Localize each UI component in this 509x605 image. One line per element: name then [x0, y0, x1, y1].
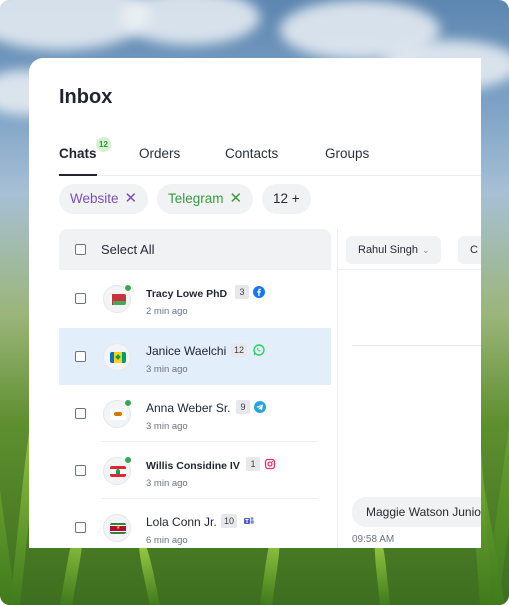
instagram-icon — [264, 457, 276, 470]
conversation-toolbar: Rahul Singh ⌄ C — [338, 229, 481, 270]
message-count-badge: 12 — [231, 343, 248, 357]
last-message-time: 2 min ago — [146, 306, 188, 317]
chevron-down-icon: ⌄ — [421, 245, 430, 255]
message-count-badge: 1 — [246, 457, 260, 471]
agent-filter-label: Rahul Singh — [358, 244, 418, 256]
teams-icon — [243, 514, 255, 526]
chat-list: Select All Tracy Lowe PhD 3 2 min ago Janic… — [59, 229, 331, 548]
avatar — [103, 343, 131, 371]
message-count-badge: 10 — [221, 514, 238, 528]
chat-list-item[interactable]: ★ Lola Conn Jr. 10 6 min ago — [59, 499, 331, 548]
filter-chip-website[interactable]: Website ✕ — [59, 184, 149, 214]
close-icon[interactable]: ✕ — [230, 190, 243, 207]
cyprus-flag — [110, 409, 126, 420]
last-message-time: 3 min ago — [146, 364, 188, 375]
tab-contacts[interactable]: Contacts — [225, 146, 278, 161]
chat-list-item[interactable]: Anna Weber Sr. 9 3 min ago — [59, 385, 331, 442]
active-tab-indicator — [59, 174, 97, 176]
select-all-checkbox[interactable] — [75, 244, 86, 255]
message-timestamp: 09:58 AM — [352, 534, 395, 545]
chip-label: Website — [70, 191, 119, 206]
row-checkbox[interactable] — [75, 293, 86, 304]
filter-chip-telegram[interactable]: Telegram ✕ — [157, 184, 254, 214]
chat-list-item[interactable]: Willis Considine IV 1 3 min ago — [59, 442, 331, 499]
secondary-filter-dropdown[interactable]: C — [458, 236, 481, 264]
cloud — [120, 0, 260, 45]
grass-blade — [0, 306, 16, 605]
divider — [352, 345, 481, 346]
inbox-panel: Inbox Chats 12 Orders Contacts Groups We… — [29, 58, 481, 548]
tab-orders[interactable]: Orders — [139, 146, 180, 161]
last-message-time: 3 min ago — [146, 421, 188, 432]
saint-vincent-flag — [110, 352, 126, 363]
row-checkbox[interactable] — [75, 522, 86, 533]
agent-filter-dropdown[interactable]: Rahul Singh ⌄ — [346, 236, 442, 264]
unread-badge: 12 — [96, 137, 111, 152]
list-header: Select All — [59, 229, 331, 270]
last-message-time: 6 min ago — [146, 535, 188, 546]
tab-groups[interactable]: Groups — [325, 146, 369, 161]
contact-name: Anna Weber Sr. — [146, 401, 231, 415]
tab-bar: Chats 12 Orders Contacts Groups — [59, 137, 481, 176]
chat-list-item[interactable]: Tracy Lowe PhD 3 2 min ago — [59, 270, 331, 327]
tab-label: Chats — [59, 146, 97, 161]
contact-name: Janice Waelchi — [146, 344, 227, 358]
row-checkbox[interactable] — [75, 351, 86, 362]
last-message-time: 3 min ago — [146, 478, 188, 489]
facebook-icon — [253, 285, 265, 298]
contact-name: Tracy Lowe PhD — [146, 288, 228, 300]
tab-chats[interactable]: Chats 12 — [59, 137, 111, 161]
online-status-dot — [124, 284, 132, 292]
chip-label: Telegram — [168, 191, 224, 206]
online-status-dot — [124, 399, 132, 407]
conversation-pane: Rahul Singh ⌄ C Maggie Watson Junio 09:58… — [337, 229, 481, 548]
lebanon-flag — [110, 466, 126, 477]
contact-name: Willis Considine IV — [146, 460, 240, 472]
online-status-dot — [124, 456, 132, 464]
telegram-icon — [254, 400, 266, 413]
page-title: Inbox — [59, 86, 113, 108]
message-bubble: Maggie Watson Junio — [352, 497, 481, 527]
select-all-label: Select All — [101, 242, 155, 257]
contact-name: Lola Conn Jr. — [146, 515, 217, 529]
avatar: ★ — [103, 514, 131, 542]
row-checkbox[interactable] — [75, 465, 86, 476]
suriname-flag: ★ — [110, 523, 126, 534]
belarus-flag — [110, 294, 126, 305]
row-checkbox[interactable] — [75, 408, 86, 419]
message-count-badge: 9 — [236, 400, 250, 414]
whatsapp-icon — [253, 343, 265, 356]
more-filters-button[interactable]: 12 + — [262, 184, 311, 214]
message-count-badge: 3 — [235, 285, 249, 299]
chat-list-item[interactable]: Janice Waelchi 12 3 min ago — [59, 328, 331, 385]
close-icon[interactable]: ✕ — [125, 190, 138, 207]
